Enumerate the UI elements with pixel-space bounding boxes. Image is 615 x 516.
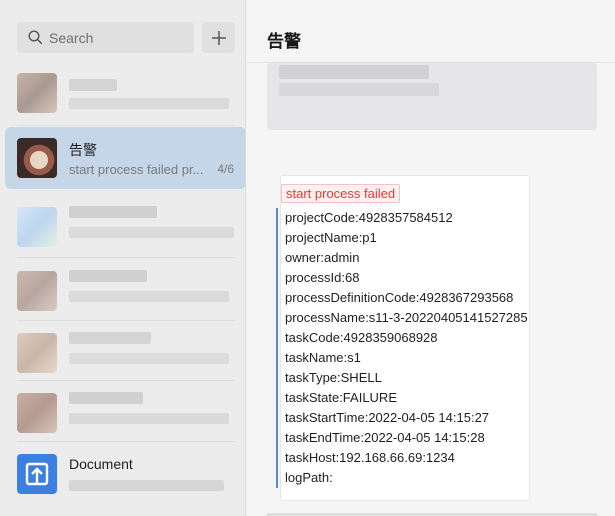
blurred-text bbox=[279, 83, 439, 96]
divider bbox=[17, 257, 235, 258]
alert-field: processDefinitionCode:4928367293568 bbox=[285, 290, 514, 305]
blurred-title bbox=[69, 332, 151, 344]
blurred-preview bbox=[69, 291, 229, 302]
previous-message-blurred bbox=[267, 63, 597, 130]
alert-field: processName:s11-3-20220405141527285 bbox=[285, 310, 528, 325]
unread-count: 4/6 bbox=[217, 162, 234, 176]
divider bbox=[17, 441, 235, 442]
alert-field: logPath: bbox=[285, 470, 333, 485]
alert-field: taskType:SHELL bbox=[285, 370, 382, 385]
search-box[interactable]: Search bbox=[17, 22, 194, 53]
blurred-text bbox=[279, 65, 429, 79]
blurred-title bbox=[69, 206, 157, 218]
chat-sidebar: Search 告警 start process failed pr... 4/6 bbox=[0, 0, 246, 516]
add-button[interactable] bbox=[202, 22, 235, 53]
blurred-preview bbox=[69, 227, 234, 238]
document-icon bbox=[17, 454, 57, 494]
conversation-pane: 告警 start process failed projectCode:4928… bbox=[247, 0, 615, 516]
chat-item-blurred[interactable] bbox=[5, 260, 245, 322]
alert-field: taskStartTime:2022-04-05 14:15:27 bbox=[285, 410, 490, 425]
chat-item-document[interactable]: Document bbox=[5, 443, 245, 505]
blurred-title bbox=[69, 79, 117, 91]
blurred-preview bbox=[69, 98, 229, 109]
divider bbox=[17, 125, 235, 126]
chat-item-alert[interactable]: 告警 start process failed pr... 4/6 bbox=[5, 127, 245, 189]
alert-tag: start process failed bbox=[281, 184, 401, 203]
alert-field: projectCode:4928357584512 bbox=[285, 210, 453, 225]
avatar bbox=[17, 333, 57, 373]
divider bbox=[17, 380, 235, 381]
alert-message-card: start process failed projectCode:4928357… bbox=[276, 175, 530, 501]
chat-item-blurred[interactable] bbox=[5, 322, 245, 384]
blurred-title bbox=[69, 392, 143, 404]
blurred-title bbox=[69, 270, 147, 282]
avatar bbox=[17, 393, 57, 433]
divider bbox=[17, 320, 235, 321]
chat-title: 告警 bbox=[69, 142, 97, 158]
plus-icon bbox=[211, 30, 226, 45]
chat-title: Document bbox=[69, 456, 133, 472]
search-icon bbox=[28, 30, 43, 45]
alert-field: processId:68 bbox=[285, 270, 360, 285]
avatar bbox=[17, 138, 57, 178]
avatar bbox=[17, 73, 57, 113]
chat-preview: start process failed pr... bbox=[69, 162, 204, 177]
blurred-preview bbox=[69, 353, 229, 364]
chat-item-blurred[interactable] bbox=[5, 62, 245, 124]
chat-item-blurred[interactable] bbox=[5, 382, 245, 444]
blurred-preview bbox=[69, 480, 224, 491]
alert-field: taskState:FAILURE bbox=[285, 390, 397, 405]
alert-field: taskEndTime:2022-04-05 14:15:28 bbox=[285, 430, 485, 445]
alert-field: taskCode:4928359068928 bbox=[285, 330, 438, 345]
avatar bbox=[17, 271, 57, 311]
chat-item-blurred[interactable] bbox=[5, 196, 245, 258]
conversation-title: 告警 bbox=[267, 32, 301, 51]
avatar bbox=[17, 207, 57, 247]
alert-field: projectName:p1 bbox=[285, 230, 377, 245]
alert-details: projectCode:4928357584512 projectName:p1 o… bbox=[276, 208, 528, 488]
alert-field: owner:admin bbox=[285, 250, 360, 265]
alert-field: taskHost:192.168.66.69:1234 bbox=[285, 450, 455, 465]
blurred-preview bbox=[69, 413, 229, 424]
alert-field: taskName:s1 bbox=[285, 350, 361, 365]
search-placeholder: Search bbox=[49, 29, 94, 46]
